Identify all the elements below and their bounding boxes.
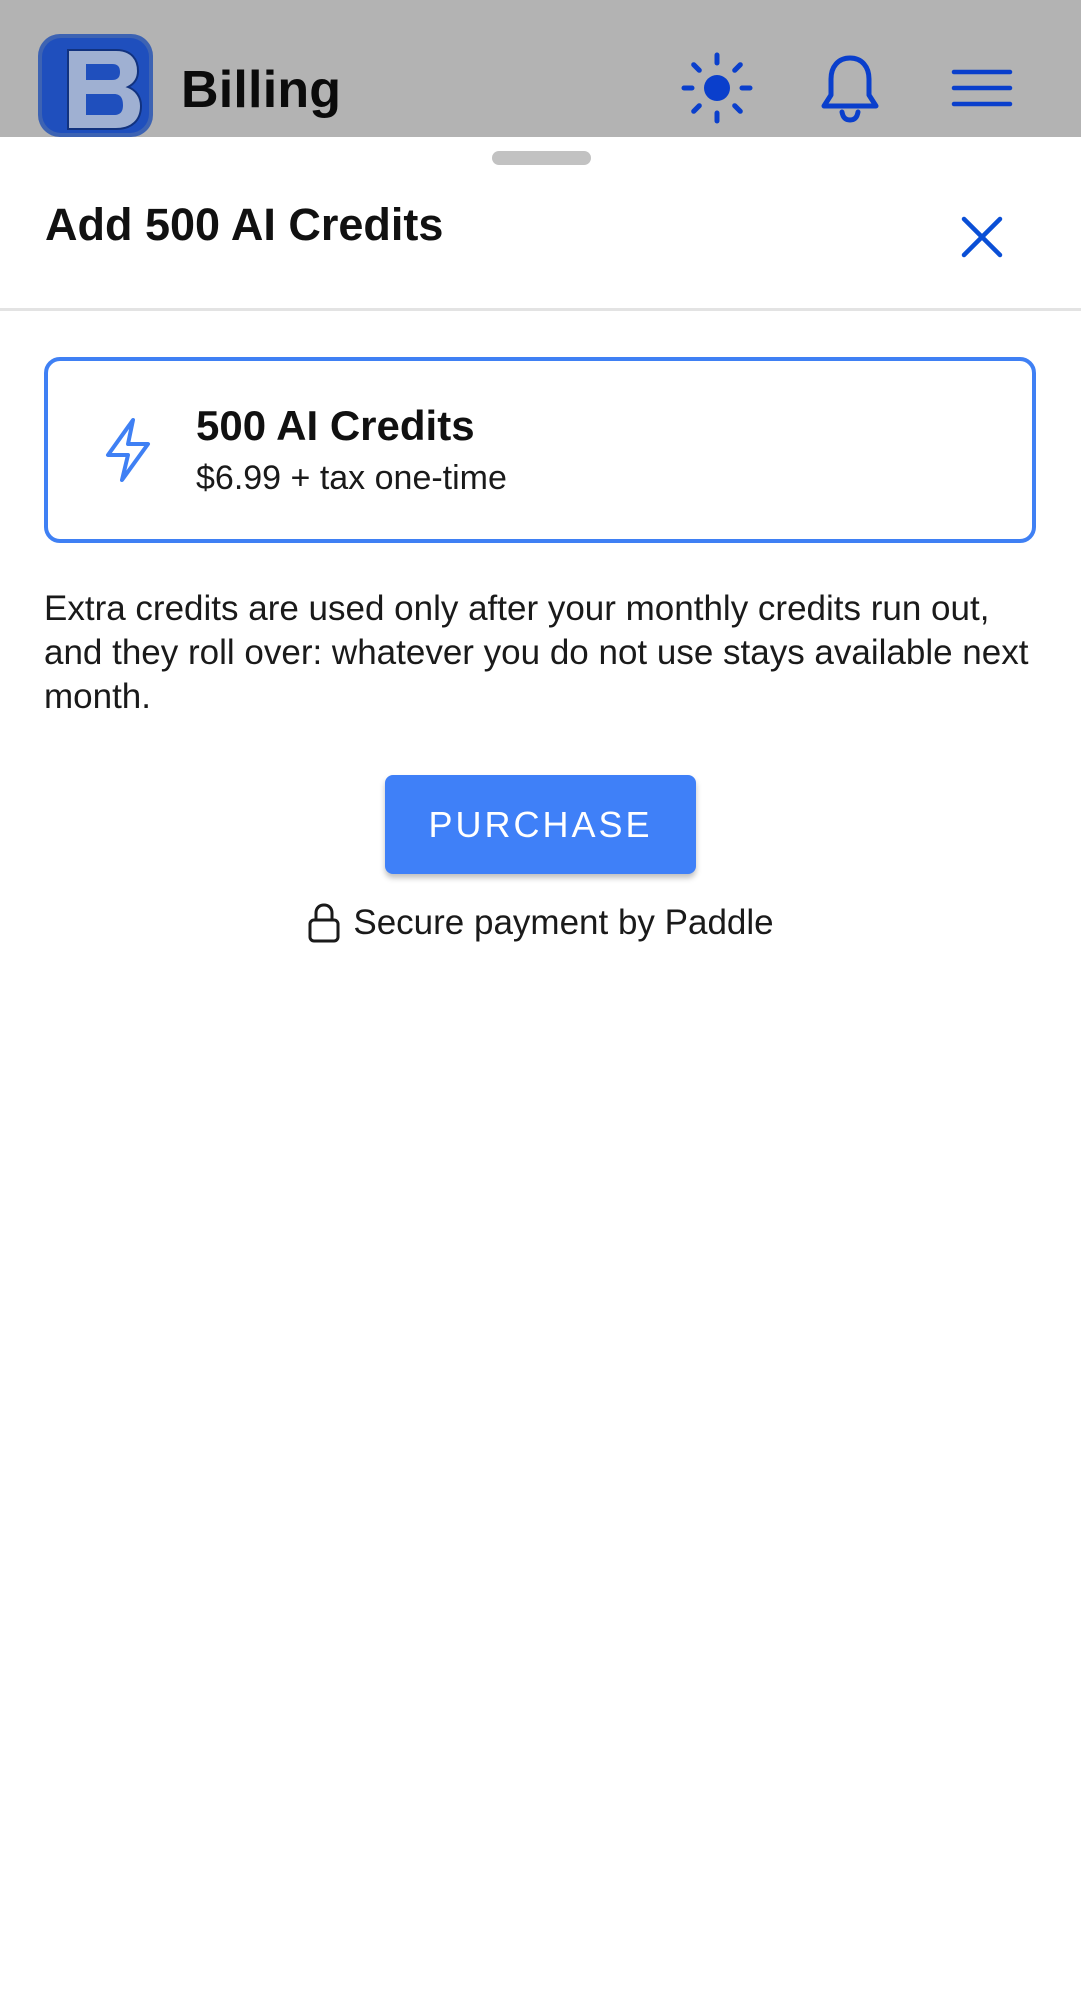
app-logo	[38, 34, 153, 137]
purchase-button[interactable]: PURCHASE	[385, 775, 696, 874]
credits-description: Extra credits are used only after your m…	[44, 589, 1029, 716]
theme-toggle-button[interactable]	[677, 48, 757, 128]
lightning-bolt-icon	[106, 418, 150, 482]
close-button[interactable]	[942, 197, 1022, 277]
product-name: 500 AI Credits	[196, 402, 475, 449]
product-price: $6.99 + tax one-time	[196, 459, 507, 497]
credits-product-card[interactable]: 500 AI Credits $6.99 + tax one-time	[44, 357, 1036, 543]
secure-payment-text: Secure payment by Paddle	[353, 903, 774, 942]
app-header: Billing	[0, 0, 1081, 137]
lock-icon	[308, 903, 340, 943]
menu-button[interactable]	[942, 48, 1022, 128]
sheet-header: Add 500 AI Credits	[0, 137, 1081, 311]
close-icon	[961, 216, 1003, 258]
bell-icon	[821, 55, 879, 123]
sheet-title: Add 500 AI Credits	[45, 199, 444, 250]
secure-payment-note: Secure payment by Paddle	[0, 901, 1081, 945]
app-title: Billing	[181, 61, 342, 119]
sun-icon	[681, 52, 753, 124]
menu-icon	[951, 69, 1013, 107]
notifications-button[interactable]	[810, 48, 890, 128]
add-credits-sheet: Add 500 AI Credits 500 AI Credits $6.99 …	[0, 137, 1081, 1999]
